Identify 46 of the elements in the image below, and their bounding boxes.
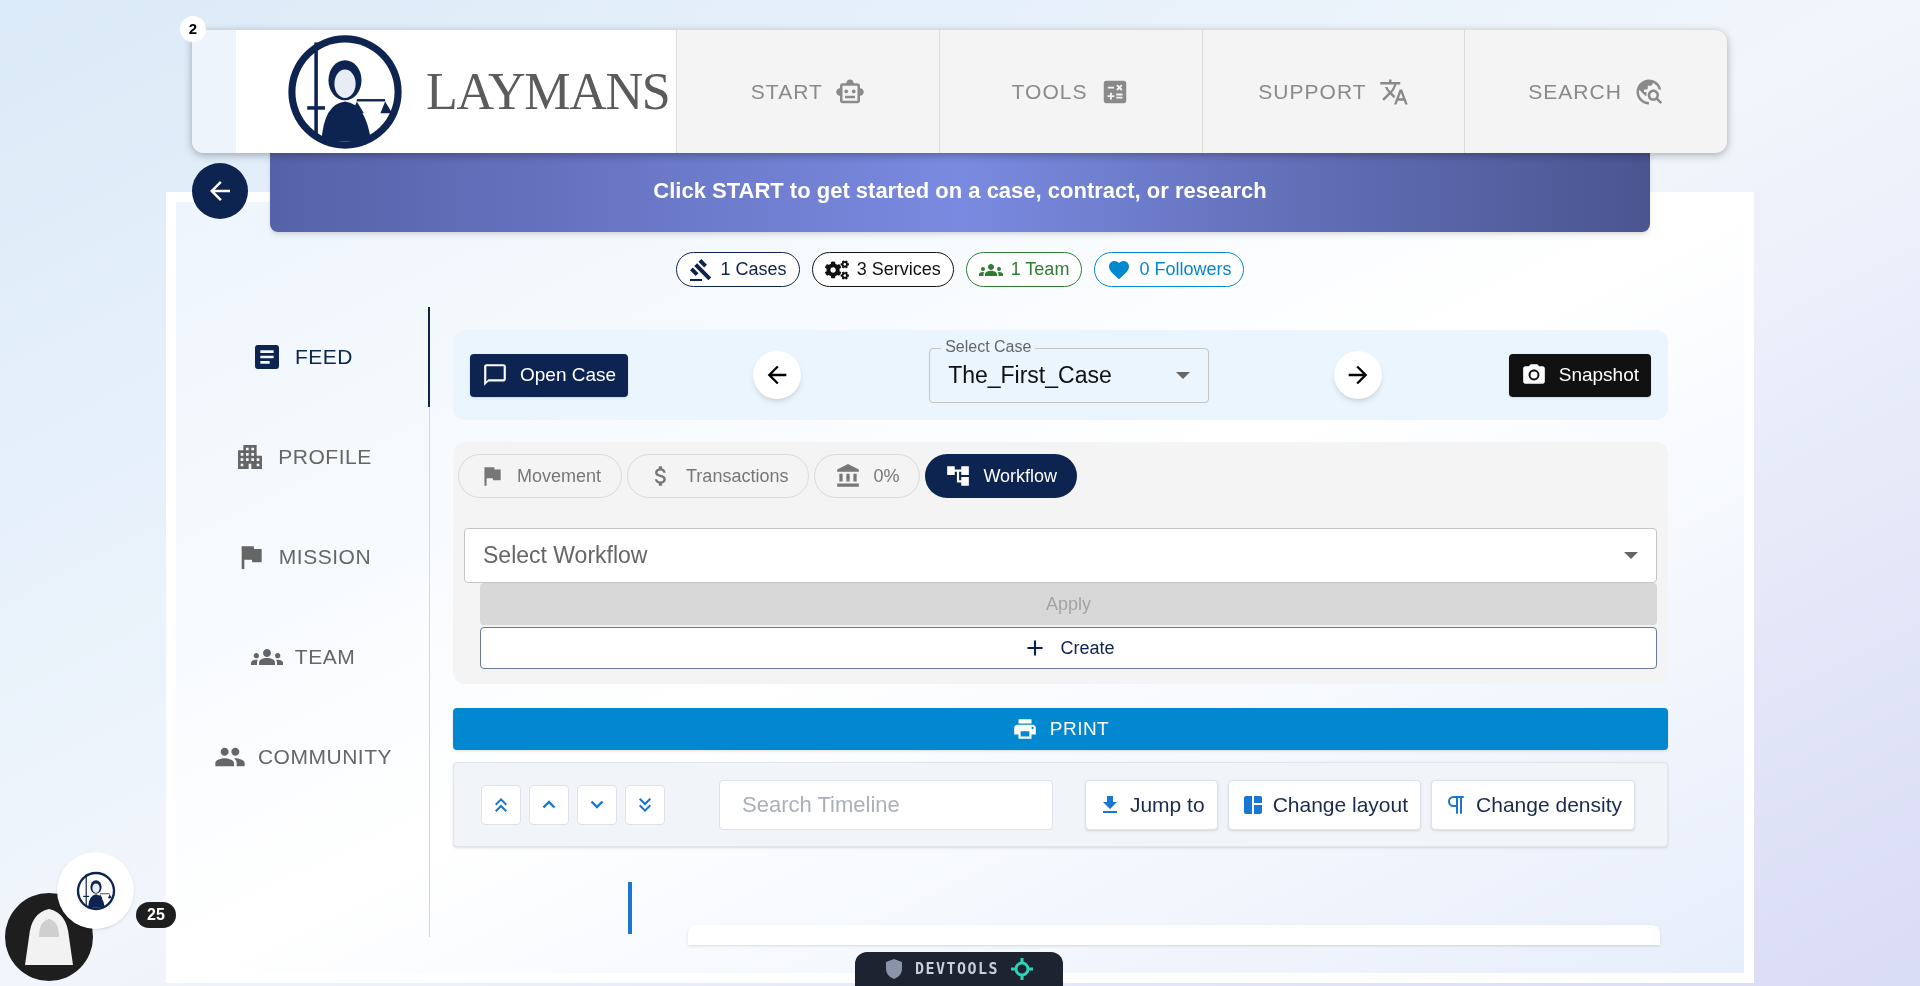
scroll-button[interactable] <box>625 784 665 825</box>
scroll-button[interactable] <box>481 784 521 825</box>
stat-chip[interactable]: 1 Cases <box>675 252 800 287</box>
sidebar-item[interactable]: COMMUNITY <box>176 707 430 807</box>
stat-chip[interactable]: 1 Team <box>965 252 1083 287</box>
notification-badge: 2 <box>180 16 206 42</box>
logo-icon <box>75 870 116 911</box>
bank-icon <box>835 463 862 489</box>
toolbar-button[interactable]: Change layout <box>1227 779 1422 830</box>
workflow-select[interactable]: Select Workflow <box>464 528 1657 583</box>
devtools-label: DEVTOOLS <box>914 958 1000 980</box>
crosshair-icon <box>1011 958 1034 980</box>
chat-bubble-icon <box>482 362 508 388</box>
sidebar-item[interactable]: TEAM <box>176 607 430 707</box>
select-value: The_First_Case <box>948 360 1112 390</box>
logo-avatar[interactable] <box>57 852 134 929</box>
open-case-button[interactable]: Open Case <box>470 353 629 397</box>
printer-icon <box>1011 716 1038 742</box>
devtools-tab[interactable]: DEVTOOLS <box>855 952 1063 986</box>
back-button[interactable] <box>192 163 248 219</box>
unread-badge: 25 <box>136 902 176 928</box>
select-placeholder: Select Workflow <box>483 541 648 571</box>
create-button[interactable]: Create <box>480 627 1657 669</box>
snapshot-button[interactable]: Snapshot <box>1508 353 1651 397</box>
sidebar-item[interactable]: MISSION <box>176 507 430 607</box>
tree-icon <box>945 463 972 489</box>
dropdown-caret-icon <box>1624 552 1638 559</box>
search-field[interactable]: Search Timeline <box>719 779 1053 830</box>
previous-button[interactable] <box>753 351 802 399</box>
dropdown-caret-icon <box>1176 371 1191 379</box>
print-button[interactable]: PRINT <box>453 708 1668 750</box>
sidebar-item[interactable]: PROFILE <box>176 407 430 507</box>
tab[interactable]: Workflow <box>925 454 1078 498</box>
brand-name: LAYMANS <box>426 61 670 122</box>
shield-icon <box>884 958 903 980</box>
sidebar-item[interactable]: FEED <box>176 307 430 407</box>
toolbar-button[interactable]: Change density <box>1431 779 1635 830</box>
next-button[interactable] <box>1334 351 1383 399</box>
chevron-down-icon <box>590 800 604 809</box>
logo-panel[interactable]: LAYMANS <box>236 30 676 153</box>
stat-chip[interactable]: 0 Followers <box>1094 252 1245 287</box>
stat-chip[interactable]: 3 Services <box>811 252 954 287</box>
gavel-icon <box>688 257 713 282</box>
toolbar-button[interactable]: Jump to <box>1084 779 1218 830</box>
chevron-up-icon <box>542 800 556 809</box>
gears-icon <box>824 257 849 282</box>
